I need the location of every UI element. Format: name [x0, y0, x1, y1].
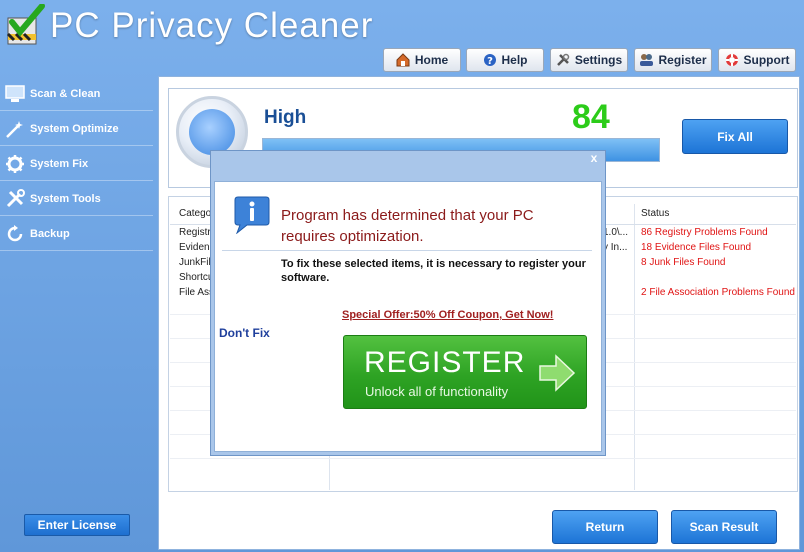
sidebar-item-label: Backup	[30, 227, 70, 240]
logo-icon	[6, 4, 45, 45]
table-cell-category: Registr	[179, 227, 211, 238]
home-label: Home	[414, 53, 449, 67]
sidebar-item-system-optimize[interactable]: System Optimize	[0, 112, 153, 146]
register-icon	[639, 53, 654, 68]
register-button-subtitle: Unlock all of functionality	[365, 384, 509, 399]
arrow-right-icon	[539, 354, 576, 392]
home-button[interactable]: Home	[383, 48, 461, 72]
column-header-category[interactable]: Catego	[179, 208, 211, 219]
table-cell-category: Shortcu	[179, 272, 211, 283]
home-icon	[396, 53, 411, 68]
dialog-divider	[222, 250, 592, 251]
dialog-heading: Program has determined that your PC requ…	[281, 207, 534, 245]
table-cell-status: 86 Registry Problems Found	[641, 227, 768, 238]
table-cell-category: JunkFile	[179, 257, 211, 268]
return-button[interactable]: Return	[552, 510, 658, 544]
register-button-title: REGISTER	[364, 346, 526, 379]
table-cell-detail: 1.0\...	[603, 227, 629, 238]
register-button[interactable]: REGISTER Unlock all of functionality	[343, 335, 587, 409]
sidebar-item-label: Scan & Clean	[30, 87, 101, 100]
special-offer-link[interactable]: Special Offer:50% Off Coupon, Get Now!	[342, 309, 553, 321]
help-button[interactable]: ? Help	[466, 48, 544, 72]
sidebar-item-label: System Fix	[30, 157, 89, 170]
help-label: Help	[501, 53, 528, 67]
dont-fix-link[interactable]: Don't Fix	[219, 326, 270, 340]
settings-label: Settings	[574, 53, 623, 67]
app-window: PC Privacy Cleaner Home ? Help Settings …	[0, 0, 804, 552]
settings-button[interactable]: Settings	[550, 48, 628, 72]
sidebar-item-scan-clean[interactable]: Scan & Clean	[0, 77, 153, 111]
column-header-status[interactable]: Status	[641, 208, 669, 219]
close-icon[interactable]: x	[583, 151, 605, 165]
svg-text:?: ?	[487, 56, 493, 67]
wand-icon	[4, 118, 26, 140]
gear-icon	[4, 153, 26, 175]
sidebar-item-label: System Optimize	[30, 122, 119, 135]
info-icon	[234, 196, 270, 234]
table-cell-status: 8 Junk Files Found	[641, 257, 726, 268]
register-nav-button[interactable]: Register	[634, 48, 712, 72]
table-cell-detail: y In...	[603, 242, 628, 253]
support-button[interactable]: Support	[718, 48, 796, 72]
monitor-icon	[4, 83, 26, 105]
table-cell-category: File Ass	[179, 287, 211, 298]
sidebar-item-label: System Tools	[30, 192, 101, 205]
risk-level: High	[264, 107, 307, 128]
backup-icon	[4, 223, 26, 245]
settings-icon	[556, 53, 571, 68]
sidebar-item-system-fix[interactable]: System Fix	[0, 147, 153, 181]
app-title: PC Privacy Cleaner	[50, 6, 374, 45]
sidebar-item-system-tools[interactable]: System Tools	[0, 182, 153, 216]
support-label: Support	[743, 53, 790, 67]
table-cell-status: 18 Evidence Files Found	[641, 242, 752, 253]
dialog-message: To fix these selected items, it is neces…	[281, 258, 586, 284]
score-value: 84	[572, 98, 610, 136]
sidebar-item-backup[interactable]: Backup	[0, 217, 153, 251]
table-cell-status: 2 File Association Problems Found	[641, 287, 795, 298]
scan-result-button[interactable]: Scan Result	[671, 510, 777, 544]
enter-license-button[interactable]: Enter License	[24, 514, 130, 536]
tools-icon	[4, 188, 26, 210]
fix-all-button[interactable]: Fix All	[682, 119, 788, 154]
help-icon: ?	[482, 53, 497, 68]
register-nav-label: Register	[658, 53, 707, 67]
table-cell-category: Evidenc	[179, 242, 211, 253]
support-icon	[725, 53, 740, 68]
